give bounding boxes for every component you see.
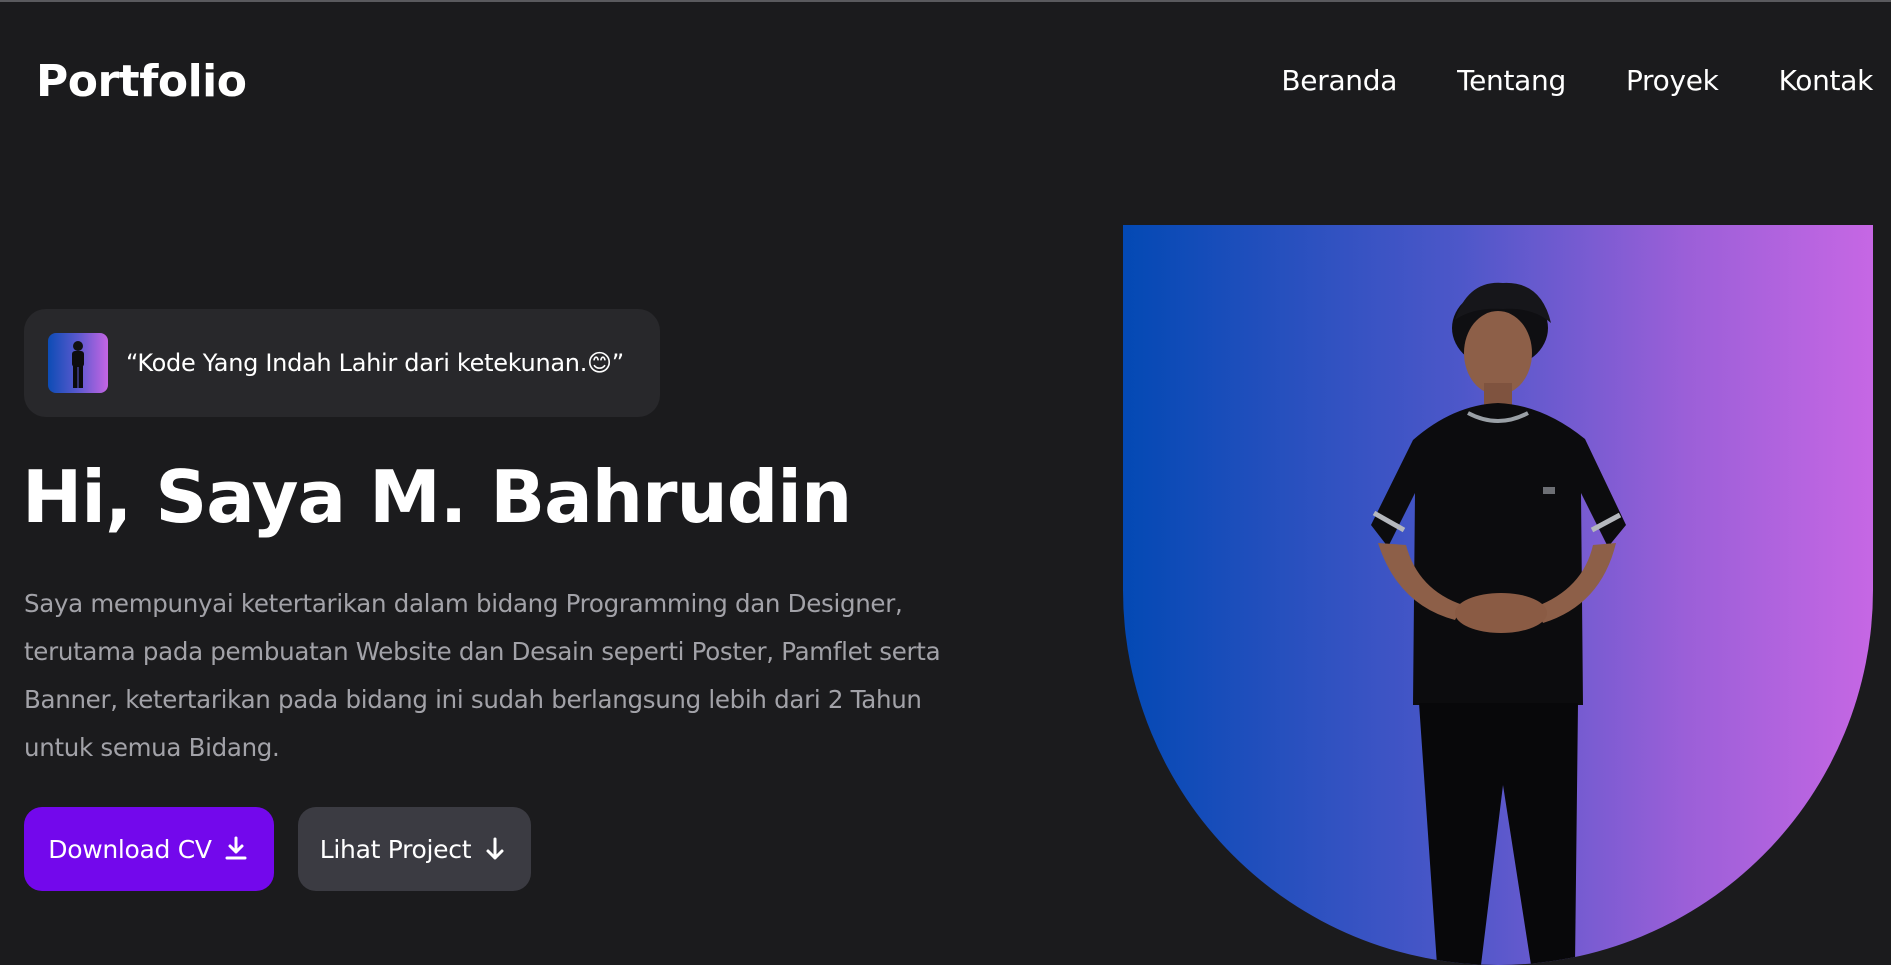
quote-avatar	[48, 333, 108, 393]
quote-text: “Kode Yang Indah Lahir dari ketekunan.😊”	[126, 349, 624, 377]
download-cv-button[interactable]: Download CV	[24, 807, 274, 891]
quote-card: “Kode Yang Indah Lahir dari ketekunan.😊”	[24, 309, 660, 417]
nav-link-beranda[interactable]: Beranda	[1281, 64, 1397, 97]
nav-link-proyek[interactable]: Proyek	[1626, 64, 1719, 97]
download-icon	[225, 836, 247, 860]
nav-link-kontak[interactable]: Kontak	[1779, 64, 1874, 97]
site-logo[interactable]: Portfolio	[36, 56, 247, 107]
person-photo	[1371, 282, 1626, 965]
hero-title: Hi, Saya M. Bahrudin	[22, 455, 852, 539]
arrow-down-icon	[486, 837, 504, 860]
site-header: Portfolio Beranda Tentang Proyek Kontak	[0, 0, 1891, 170]
lihat-project-button[interactable]: Lihat Project	[298, 807, 531, 891]
avatar-figure	[72, 341, 84, 388]
hero-description: Saya mempunyai ketertarikan dalam bidang…	[24, 589, 941, 762]
nav-link-tentang[interactable]: Tentang	[1457, 64, 1566, 97]
lihat-project-label: Lihat Project	[319, 834, 472, 864]
main-nav: Beranda Tentang Proyek Kontak	[1281, 64, 1873, 97]
hero-portrait	[1123, 225, 1873, 965]
download-cv-label: Download CV	[48, 834, 212, 864]
